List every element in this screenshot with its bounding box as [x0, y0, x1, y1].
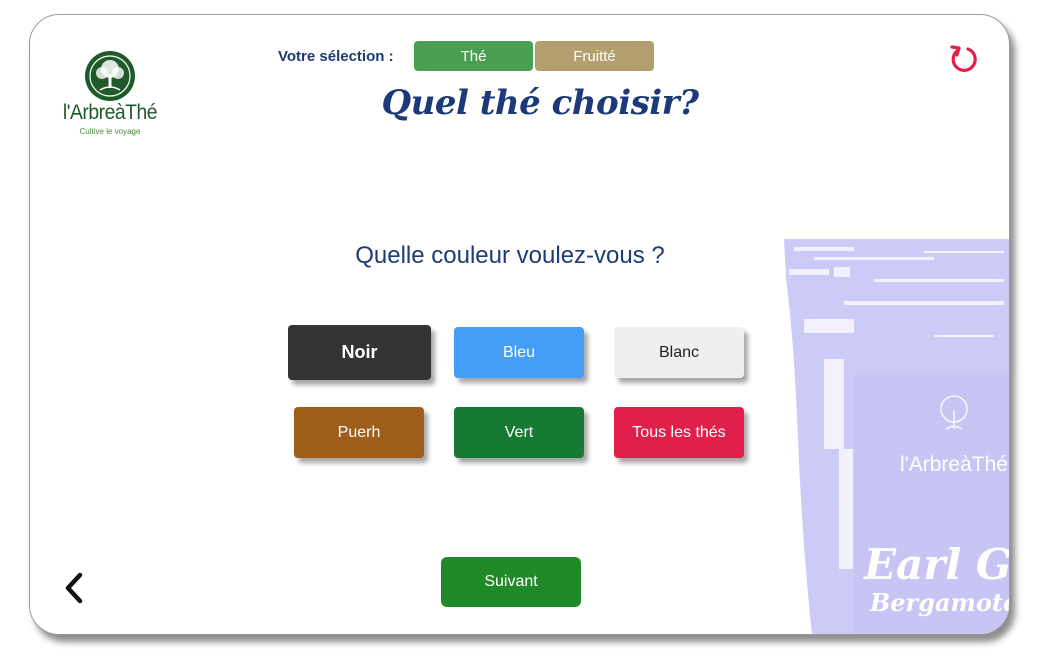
chevron-left-icon	[65, 572, 83, 604]
bag-brand: l'ArbreàThé	[900, 453, 1008, 476]
brand-tagline: Cultive le voyage	[79, 127, 141, 136]
next-button[interactable]: Suivant	[441, 557, 581, 607]
app-window: l'ArbreàThé Cultive le voyage Votre séle…	[29, 14, 1010, 635]
tea-bag-image: l'ArbreàThé Earl Gre Bergamote	[784, 239, 1010, 634]
color-question: Quelle couleur voulez-vous ?	[355, 242, 665, 269]
brand-name: l'ArbreàThé	[62, 101, 158, 124]
bag-product: Earl Gre	[863, 540, 1010, 589]
selection-label: Votre sélection :	[278, 48, 394, 65]
option-tous-les-thes-button[interactable]: Tous les thés	[614, 407, 744, 458]
bag-subtitle: Bergamote	[869, 588, 1010, 617]
selection-chip-the[interactable]: Thé	[414, 41, 533, 71]
refresh-icon	[950, 45, 977, 72]
selection-chip-fruitte[interactable]: Fruitté	[535, 41, 654, 71]
option-puerh-button[interactable]: Puerh	[294, 407, 424, 458]
option-noir-button[interactable]: Noir	[288, 325, 431, 380]
page-title: Quel thé choisir?	[381, 83, 699, 123]
option-blanc-button[interactable]: Blanc	[614, 327, 744, 378]
reset-button[interactable]	[946, 43, 980, 77]
option-bleu-button[interactable]: Bleu	[454, 327, 584, 378]
option-vert-button[interactable]: Vert	[454, 407, 584, 458]
back-button[interactable]	[60, 571, 90, 605]
brand-logo: l'ArbreàThé Cultive le voyage	[56, 51, 166, 143]
tree-logo-icon	[85, 51, 135, 101]
